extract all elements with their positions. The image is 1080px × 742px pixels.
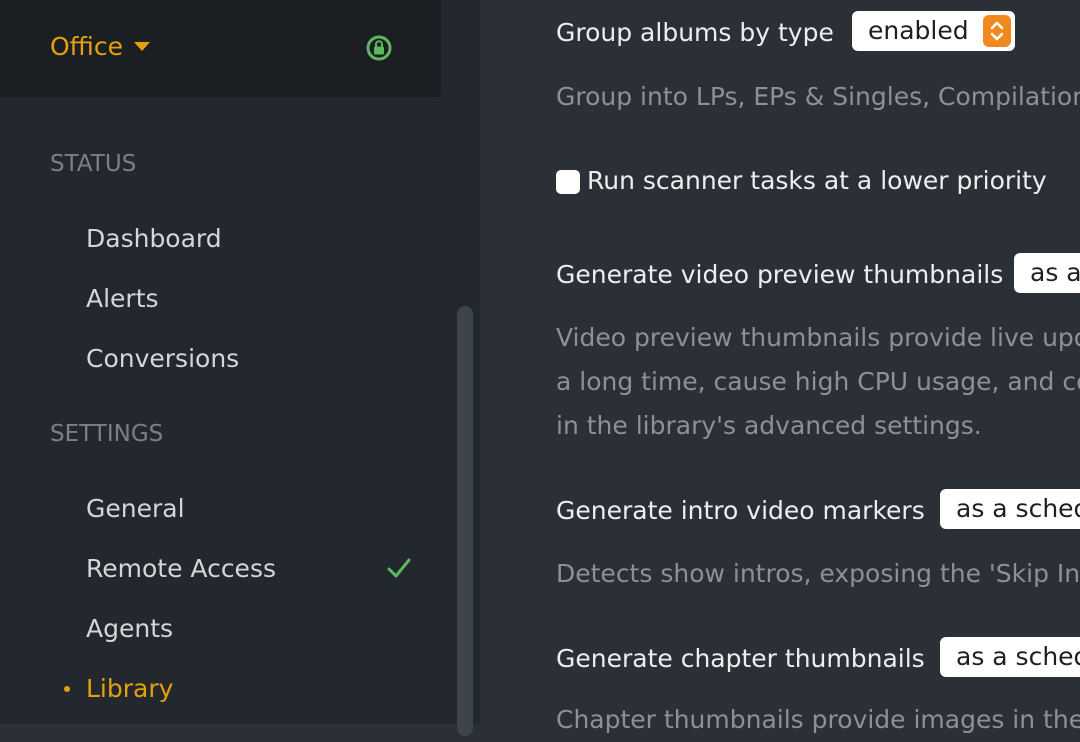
chapter-thumbnails-value: as a sched	[956, 642, 1080, 671]
sidebar-item-general[interactable]: General	[86, 492, 185, 526]
active-indicator-dot	[64, 686, 70, 692]
video-preview-help-line: Video preview thumbnails provide live up…	[556, 323, 1080, 352]
caret-down-icon[interactable]	[134, 42, 150, 51]
intro-markers-help: Detects show intros, exposing the 'Skip …	[556, 559, 1080, 588]
server-name[interactable]: Office	[50, 30, 123, 64]
group-albums-label: Group albums by type	[556, 18, 834, 47]
sidebar-item-library[interactable]: Library	[86, 672, 173, 706]
video-preview-select[interactable]: as a	[1014, 253, 1080, 293]
sidebar-scrollbar[interactable]	[457, 306, 473, 736]
video-preview-value: as a	[1030, 258, 1080, 287]
intro-markers-value: as a sched	[956, 494, 1080, 523]
sidebar: Office STATUS Dashboard Alerts Conversio…	[0, 0, 480, 736]
intro-markers-label: Generate intro video markers	[556, 496, 925, 525]
sidebar-item-conversions[interactable]: Conversions	[86, 342, 239, 376]
video-preview-help-line: in the library's advanced settings.	[556, 411, 982, 440]
sidebar-item-dashboard[interactable]: Dashboard	[86, 222, 222, 256]
chapter-thumbnails-label: Generate chapter thumbnails	[556, 644, 925, 673]
chapter-thumbnails-help: Chapter thumbnails provide images in the…	[556, 705, 1080, 734]
low-priority-label[interactable]: Run scanner tasks at a lower priority	[587, 164, 1047, 198]
group-albums-value: enabled	[868, 16, 969, 45]
group-albums-help: Group into LPs, EPs & Singles, Compilati…	[556, 82, 1080, 111]
video-preview-label: Generate video preview thumbnails	[556, 260, 1004, 289]
lock-icon	[366, 35, 392, 61]
server-selector[interactable]: Office	[0, 0, 441, 97]
select-arrows-icon	[983, 15, 1011, 47]
sidebar-item-remote-access[interactable]: Remote Access	[86, 552, 276, 586]
library-settings-panel: Group albums by type enabled Group into …	[480, 0, 1080, 734]
status-heading: STATUS	[50, 151, 137, 177]
checkmark-icon	[387, 558, 411, 578]
group-albums-select[interactable]: enabled	[852, 11, 1015, 51]
intro-markers-select[interactable]: as a sched	[940, 489, 1080, 529]
video-preview-help-line: a long time, cause high CPU usage, and c…	[556, 367, 1080, 396]
settings-heading: SETTINGS	[50, 421, 164, 447]
low-priority-checkbox[interactable]	[556, 170, 580, 194]
chapter-thumbnails-select[interactable]: as a sched	[940, 637, 1080, 677]
sidebar-item-agents[interactable]: Agents	[86, 612, 173, 646]
sidebar-item-alerts[interactable]: Alerts	[86, 282, 159, 316]
